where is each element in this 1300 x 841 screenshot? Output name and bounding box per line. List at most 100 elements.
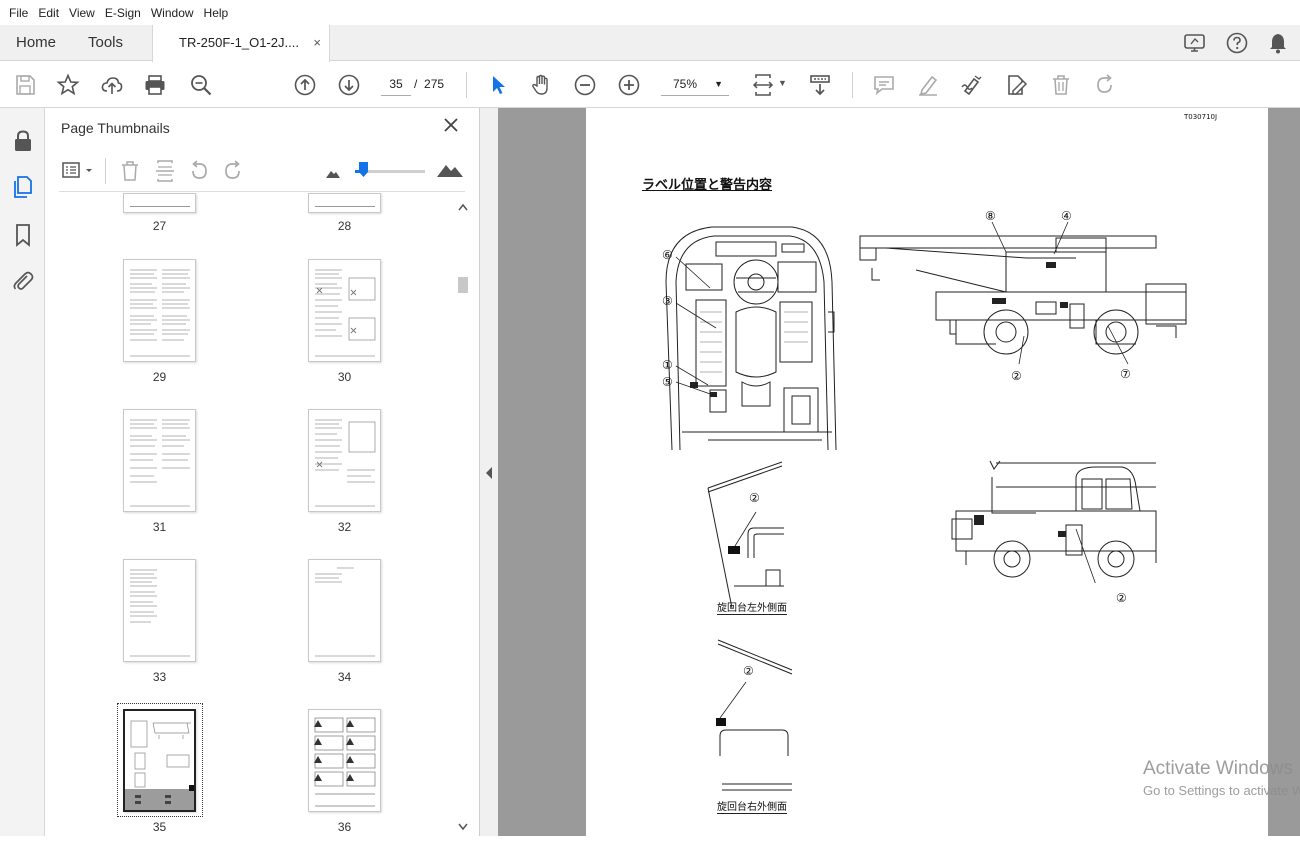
scroll-mode-icon[interactable] xyxy=(806,71,834,99)
share-screen-icon[interactable] xyxy=(1183,32,1207,54)
select-cursor-icon[interactable] xyxy=(484,71,512,99)
thumbnails-panel: Page Thumbnails 27 28 29 30 31 32 33 34 … xyxy=(45,108,480,836)
thumbnail-label: 35 xyxy=(152,820,167,834)
tab-home[interactable]: Home xyxy=(16,25,56,61)
hand-pan-icon[interactable] xyxy=(527,71,555,99)
zoom-dropdown-chevron-icon: ▼ xyxy=(714,79,723,89)
tab-tools[interactable]: Tools xyxy=(88,25,123,61)
left-side-detail-drawing xyxy=(707,461,784,608)
previous-page-icon[interactable] xyxy=(291,71,319,99)
callout-4: ④ xyxy=(1061,209,1072,223)
upload-cloud-icon[interactable] xyxy=(98,71,126,99)
large-thumbnails-mountain-icon[interactable] xyxy=(437,162,463,178)
zoom-search-icon[interactable] xyxy=(187,71,215,99)
thumbnail-label: 27 xyxy=(152,219,167,233)
thumbnail-size-slider-thumb[interactable] xyxy=(359,162,368,177)
thumbnail-options-menu-icon[interactable] xyxy=(61,160,97,182)
crane-front-view-drawing xyxy=(951,460,1157,583)
redo-icon[interactable] xyxy=(1091,71,1119,99)
thumbnail-label: 32 xyxy=(337,520,352,534)
thumbnail-page-32[interactable] xyxy=(308,409,381,512)
extract-pages-icon[interactable] xyxy=(154,159,176,183)
rotate-counterclockwise-icon[interactable] xyxy=(187,159,211,183)
delete-pages-icon[interactable] xyxy=(119,159,141,183)
bookmarks-icon[interactable] xyxy=(10,222,36,248)
panel-title: Page Thumbnails xyxy=(61,120,170,136)
fit-page-icon[interactable] xyxy=(750,71,778,99)
zoom-value: 75% xyxy=(673,77,698,91)
thumbnail-page-30[interactable] xyxy=(308,259,381,362)
menu-help[interactable]: Help xyxy=(199,6,234,20)
panel-separator xyxy=(105,158,106,184)
sign-pen-icon[interactable] xyxy=(958,71,986,99)
tab-bar: Home Tools TR-250F-1_O1-2J.... × xyxy=(0,25,1300,62)
callout-2: ② xyxy=(749,491,760,505)
thumbnail-page-31[interactable] xyxy=(123,409,196,512)
close-panel-icon[interactable] xyxy=(442,116,460,134)
fit-dropdown-chevron-icon[interactable]: ▼ xyxy=(778,78,787,88)
caption-left-side: 旋回台左外側面 xyxy=(717,599,787,615)
callout-2: ② xyxy=(1011,369,1022,383)
thumbnail-label: 34 xyxy=(337,670,352,684)
zoom-level-select[interactable]: 75% ▼ xyxy=(661,72,729,96)
caption-right-side: 旋回台右外側面 xyxy=(717,798,787,814)
save-icon[interactable] xyxy=(11,71,39,99)
collapse-panel-arrow-icon[interactable] xyxy=(485,466,493,480)
document-heading: ラベル位置と警告内容 xyxy=(642,178,773,193)
thumbnail-toolbar xyxy=(59,152,465,192)
activate-windows-watermark-title: Activate Windows xyxy=(1143,758,1293,779)
print-icon[interactable] xyxy=(141,71,169,99)
rotate-clockwise-icon[interactable] xyxy=(221,159,245,183)
thumbnail-label: 33 xyxy=(152,670,167,684)
callout-2: ② xyxy=(1116,591,1127,605)
page-thumbnails-icon[interactable] xyxy=(10,174,36,200)
tab-document[interactable]: TR-250F-1_O1-2J.... × xyxy=(152,25,330,62)
thumbnail-page-33[interactable] xyxy=(123,559,196,662)
document-view[interactable]: T030710J ラベル位置と警告内容 ⑥ ③ ① ⑤ ⑧ ④ ② ⑦ ② 旋回… xyxy=(498,108,1300,836)
help-icon[interactable] xyxy=(1225,31,1249,55)
delete-trash-icon[interactable] xyxy=(1047,71,1075,99)
thumbnail-page-34[interactable] xyxy=(308,559,381,662)
menu-edit[interactable]: Edit xyxy=(33,6,64,20)
menu-view[interactable]: View xyxy=(64,6,100,20)
small-thumbnails-mountain-icon[interactable] xyxy=(326,166,340,178)
edit-document-icon[interactable] xyxy=(1002,71,1030,99)
highlight-pen-icon[interactable] xyxy=(914,71,942,99)
bookmark-star-icon[interactable] xyxy=(54,71,82,99)
thumbnail-scrollbar[interactable] xyxy=(457,200,469,836)
page-number-input[interactable]: 35 xyxy=(381,72,411,96)
thumbnail-label: 36 xyxy=(337,820,352,834)
page-separator: / xyxy=(414,77,418,91)
menu-file[interactable]: File xyxy=(4,6,33,20)
thumbnail-page-27[interactable] xyxy=(123,193,196,213)
toolbar-separator xyxy=(466,72,467,98)
thumbnail-label: 30 xyxy=(337,370,352,384)
attachments-paperclip-icon[interactable] xyxy=(10,268,36,294)
cab-leader-lines xyxy=(675,256,717,397)
thumbnail-page-36[interactable] xyxy=(308,709,381,812)
zoom-out-icon[interactable] xyxy=(571,71,599,99)
thumbnail-page-28[interactable] xyxy=(308,193,381,213)
close-tab-icon[interactable]: × xyxy=(313,25,321,61)
callout-2: ② xyxy=(743,664,754,678)
callout-8: ⑧ xyxy=(985,209,996,223)
notifications-bell-icon[interactable] xyxy=(1267,31,1289,55)
zoom-in-icon[interactable] xyxy=(615,71,643,99)
next-page-icon[interactable] xyxy=(335,71,363,99)
right-side-detail-drawing xyxy=(716,639,793,791)
thumbnail-page-35-selected[interactable] xyxy=(123,709,196,812)
thumbnail-label: 29 xyxy=(152,370,167,384)
crane-side-view-drawing xyxy=(859,221,1187,365)
page-count: / 275 xyxy=(414,72,444,96)
lock-icon[interactable] xyxy=(10,128,36,154)
comment-icon[interactable] xyxy=(870,71,898,99)
menu-window[interactable]: Window xyxy=(146,6,199,20)
pdf-page: T030710J ラベル位置と警告内容 ⑥ ③ ① ⑤ ⑧ ④ ② ⑦ ② 旋回… xyxy=(586,108,1268,836)
tab-document-label: TR-250F-1_O1-2J.... xyxy=(179,35,299,50)
menu-esign[interactable]: E-Sign xyxy=(100,6,146,20)
main-toolbar: ▼ xyxy=(0,62,1300,108)
callout-7: ⑦ xyxy=(1120,367,1131,381)
total-pages: 275 xyxy=(424,77,445,91)
panel-splitter[interactable] xyxy=(480,108,498,836)
thumbnail-page-29[interactable] xyxy=(123,259,196,362)
